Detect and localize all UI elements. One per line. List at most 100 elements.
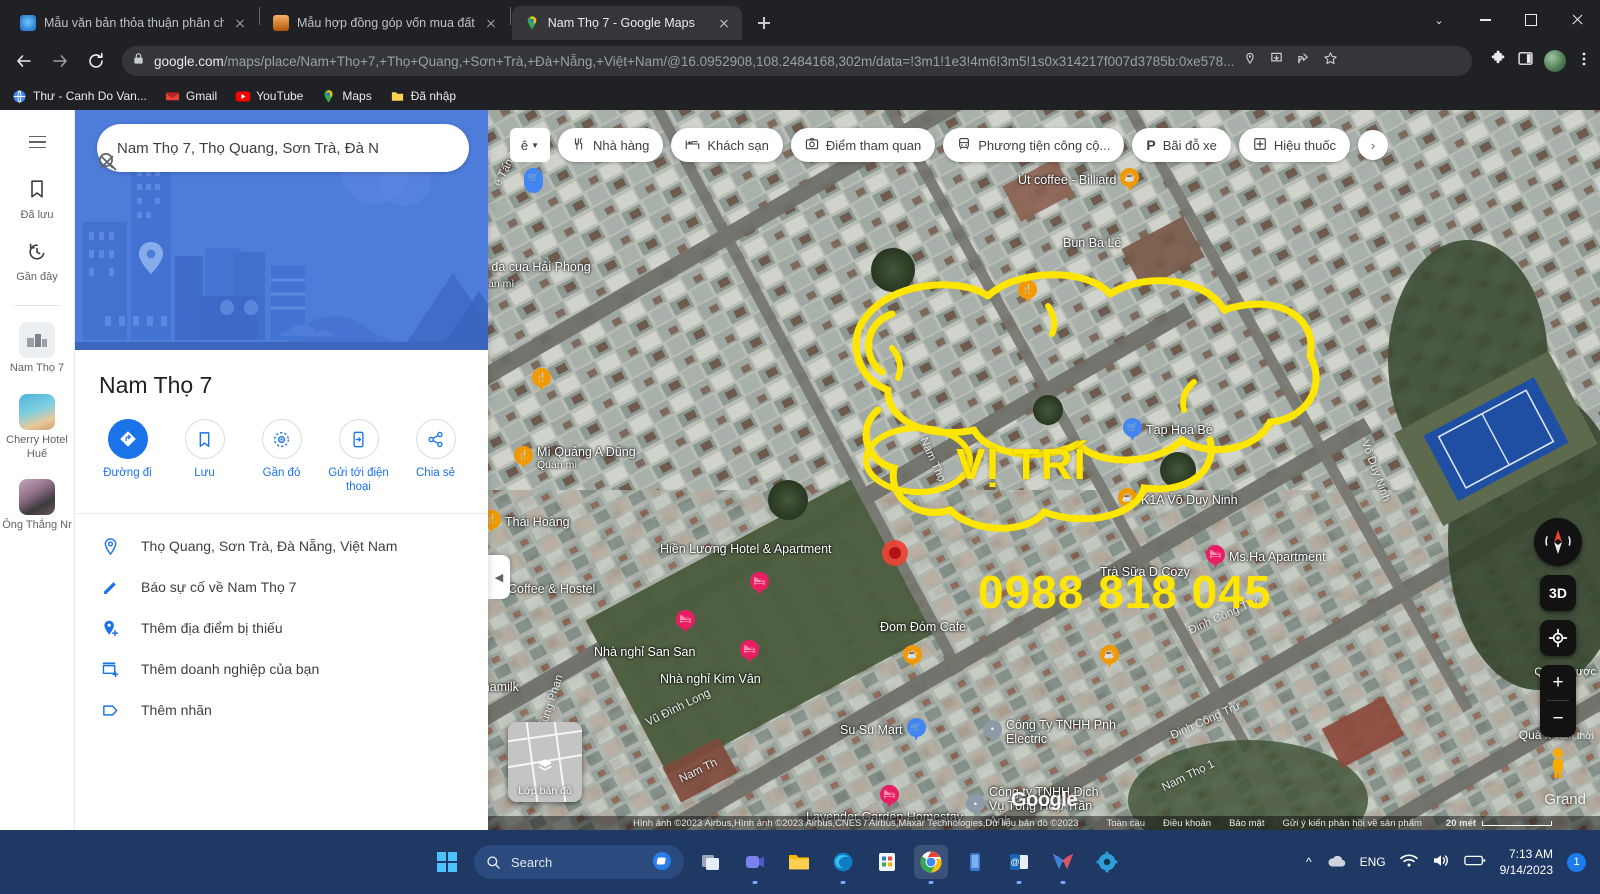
bookmark-item[interactable]: Thư - Canh Do Van...: [12, 89, 147, 104]
add-business-icon: [99, 660, 121, 679]
footer-link-terms[interactable]: Điều khoản: [1163, 818, 1211, 829]
battery-icon[interactable]: [1463, 854, 1486, 870]
bookmark-item[interactable]: YouTube: [235, 89, 303, 104]
language-selector[interactable]: ê ▼: [510, 128, 550, 162]
place-actions: Đường đi Lưu Gần đó Gửi tới điện thoại C…: [75, 413, 488, 514]
chrome-menu-icon[interactable]: [1576, 51, 1592, 72]
close-icon[interactable]: [716, 15, 732, 31]
map-layers-button[interactable]: Lớp bản đồ: [508, 722, 582, 802]
search-input[interactable]: [117, 139, 383, 157]
chip-attractions[interactable]: Điểm tham quan: [790, 128, 936, 162]
extensions-puzzle-icon[interactable]: [1490, 50, 1507, 72]
maximize-button[interactable]: [1508, 0, 1554, 40]
footer-link-global[interactable]: Toàn cầu: [1106, 818, 1145, 829]
taskbar-search[interactable]: Search: [474, 845, 684, 879]
location-permission-icon[interactable]: [1243, 52, 1257, 71]
info-row-add-label[interactable]: Thêm nhãn: [75, 690, 488, 731]
reload-icon[interactable]: [80, 45, 112, 77]
chip-transit[interactable]: Phương tiện công cộ...: [943, 128, 1125, 162]
sidebar-toggle-icon[interactable]: [1517, 50, 1534, 72]
info-row-label: Thêm doanh nghiệp của bạn: [141, 661, 320, 678]
3d-toggle-button[interactable]: 3D: [1540, 575, 1576, 611]
chrome-icon[interactable]: [914, 845, 948, 879]
copilot-icon[interactable]: [652, 851, 672, 874]
browser-tab-active[interactable]: Nam Thọ 7 - Google Maps: [511, 6, 742, 40]
clock-time: 7:13 AM: [1508, 846, 1553, 861]
start-button[interactable]: [430, 845, 464, 879]
forward-icon[interactable]: [44, 45, 76, 77]
onedrive-icon[interactable]: [1326, 853, 1346, 872]
zoom-out-button[interactable]: −: [1540, 701, 1576, 737]
close-window-button[interactable]: [1554, 0, 1600, 40]
zoom-in-button[interactable]: +: [1540, 665, 1576, 701]
zalo-icon[interactable]: [1046, 845, 1080, 879]
search-icon[interactable]: [99, 128, 423, 171]
locate-me-button[interactable]: [1540, 620, 1576, 656]
phone-link-icon[interactable]: [958, 845, 992, 879]
action-label: Lưu: [194, 467, 215, 479]
send-to-phone-icon: [338, 419, 379, 459]
chip-parking[interactable]: P Bãi đỗ xe: [1132, 128, 1231, 162]
notification-badge[interactable]: 1: [1567, 852, 1586, 872]
action-save[interactable]: Lưu: [166, 419, 243, 495]
chevron-down-icon[interactable]: ⌄: [1416, 0, 1462, 40]
minimize-button[interactable]: [1462, 0, 1508, 40]
browser-window: Mẫu văn bản thỏa thuận phân ch Mẫu hợp đ…: [0, 0, 1600, 830]
info-row-add-place[interactable]: Thêm địa điểm bị thiếu: [75, 608, 488, 649]
footer-link-feedback[interactable]: Gửi ý kiến phản hồi về sản phẩm: [1282, 818, 1421, 829]
outlook-icon[interactable]: @: [1002, 845, 1036, 879]
bookmark-item[interactable]: Đã nhập: [390, 89, 456, 104]
avatar[interactable]: [1544, 50, 1566, 72]
share-icon[interactable]: [1296, 51, 1311, 71]
volume-icon[interactable]: [1432, 853, 1450, 871]
browser-tab[interactable]: Mẫu hợp đồng góp vốn mua đất: [261, 6, 509, 40]
bookmark-item[interactable]: Gmail: [165, 89, 217, 104]
rail-recent-place[interactable]: Cherry Hotel Huế: [0, 393, 75, 462]
chips-next-button[interactable]: ›: [1358, 130, 1389, 160]
rail-recent-place[interactable]: Nam Thọ 7: [0, 322, 75, 376]
info-row-report[interactable]: Báo sự cố về Nam Thọ 7: [75, 567, 488, 608]
menu-icon[interactable]: [17, 122, 57, 162]
close-icon[interactable]: [232, 15, 248, 31]
rail-recent-place[interactable]: Ông Thắng Nr: [0, 479, 75, 533]
rail-item-saved[interactable]: Đã lưu: [0, 178, 75, 223]
collapse-panel-button[interactable]: ◀: [488, 555, 510, 599]
browser-tab[interactable]: Mẫu văn bản thỏa thuận phân ch: [8, 6, 258, 40]
selected-place-marker[interactable]: [880, 538, 910, 568]
settings-icon[interactable]: [1090, 845, 1124, 879]
action-share[interactable]: Chia sẻ: [397, 419, 474, 495]
compass-button[interactable]: [1534, 518, 1582, 566]
microsoft-store-icon[interactable]: [870, 845, 904, 879]
tray-expand-icon[interactable]: ^: [1306, 855, 1312, 869]
bookmark-item[interactable]: Maps: [321, 89, 372, 104]
street-view-pegman[interactable]: [1545, 746, 1571, 780]
chip-pharmacy[interactable]: Hiệu thuốc: [1238, 128, 1351, 162]
download-icon[interactable]: [1269, 51, 1284, 71]
clear-search-icon[interactable]: [100, 128, 463, 169]
action-nearby[interactable]: Gần đó: [243, 419, 320, 495]
footer-link-privacy[interactable]: Bảo mật: [1229, 818, 1264, 829]
chip-hotels[interactable]: Khách sạn: [671, 128, 783, 162]
teams-icon[interactable]: [738, 845, 772, 879]
edge-icon[interactable]: [826, 845, 860, 879]
task-view-icon[interactable]: [694, 845, 728, 879]
rail-item-recent[interactable]: Gần đây: [0, 241, 75, 286]
clock[interactable]: 7:13 AM 9/14/2023: [1500, 846, 1553, 878]
new-tab-button[interactable]: [750, 9, 778, 37]
language-indicator[interactable]: ENG: [1360, 855, 1386, 869]
info-row-add-business[interactable]: Thêm doanh nghiệp của bạn: [75, 649, 488, 690]
search-bar[interactable]: [97, 124, 469, 172]
address-bar[interactable]: google.com/maps/place/Nam+Thọ+7,+Thọ+Qua…: [122, 46, 1472, 76]
action-send-to-phone[interactable]: Gửi tới điện thoại: [320, 419, 397, 495]
action-directions[interactable]: Đường đi: [89, 419, 166, 495]
bookmark-star-icon[interactable]: [1323, 51, 1338, 71]
share-icon: [415, 419, 456, 459]
info-row-address[interactable]: Thọ Quang, Sơn Trà, Đà Nẵng, Việt Nam: [75, 526, 488, 567]
map-canvas[interactable]: VỊ TRÍ 0988 818 045 ê Tấn Tru Nam Thọ 7 …: [488, 110, 1600, 830]
file-explorer-icon[interactable]: [782, 845, 816, 879]
wifi-icon[interactable]: [1399, 854, 1418, 871]
back-icon[interactable]: [8, 45, 40, 77]
info-row-label: Thêm địa điểm bị thiếu: [141, 620, 283, 637]
close-icon[interactable]: [483, 15, 499, 31]
chip-restaurants[interactable]: Nhà hàng: [558, 128, 664, 162]
